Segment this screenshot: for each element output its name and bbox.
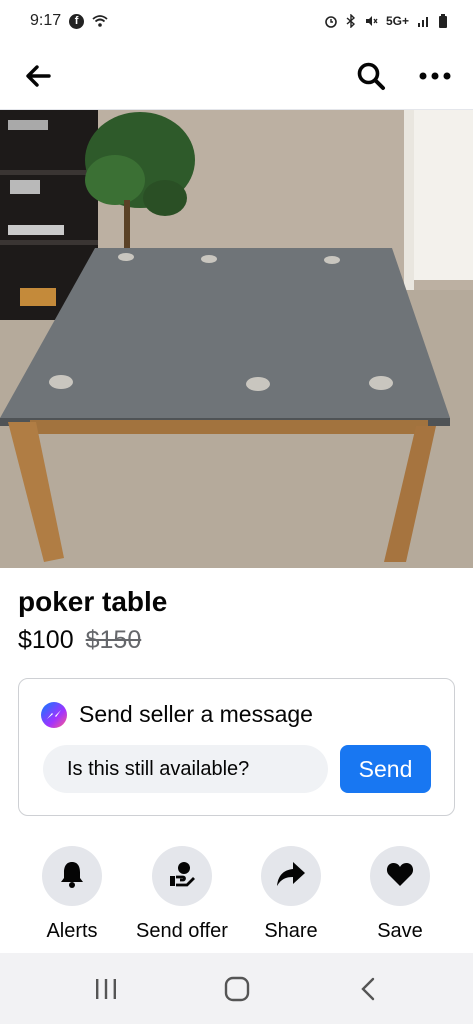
alerts-circle[interactable] [42, 846, 102, 906]
save-label: Save [377, 920, 423, 942]
share-button[interactable]: Share [236, 846, 346, 943]
save-circle[interactable] [370, 846, 430, 906]
price-row: $100 $150 [18, 626, 141, 655]
alarm-icon [324, 14, 338, 28]
search-icon[interactable] [353, 58, 389, 94]
action-buttons: Alerts Send offer Share Save [0, 846, 473, 946]
send-offer-icon [167, 859, 197, 894]
status-bar: 9:17 f 5G+ [0, 0, 473, 42]
network-label: 5G+ [385, 14, 409, 28]
share-label: Share [264, 920, 318, 942]
send-offer-button[interactable]: Send offer [127, 846, 237, 943]
back-arrow-icon[interactable] [20, 58, 56, 94]
home-icon[interactable] [207, 969, 267, 1009]
battery-icon [439, 14, 447, 28]
send-button[interactable]: Send [340, 745, 431, 793]
alerts-label: Alerts [46, 920, 98, 942]
original-price: $150 [85, 626, 142, 654]
message-heading: Send seller a message [79, 701, 313, 727]
bluetooth-icon [346, 14, 356, 28]
listing-price: $100 [18, 626, 74, 654]
messenger-icon [41, 701, 67, 728]
wifi-icon [92, 14, 108, 28]
nav-actions [353, 58, 453, 94]
more-options-icon[interactable] [417, 58, 453, 94]
send-offer-label: Send offer [136, 920, 228, 942]
top-navigation [0, 42, 473, 110]
recent-apps-icon[interactable] [76, 969, 136, 1009]
mute-icon [364, 14, 378, 28]
save-button[interactable]: Save [345, 846, 455, 943]
system-navigation-bar [0, 953, 473, 1024]
bell-icon [58, 859, 86, 894]
status-left: 9:17 f [30, 12, 108, 30]
alerts-button[interactable]: Alerts [17, 846, 127, 943]
send-offer-circle[interactable] [152, 846, 212, 906]
status-time: 9:17 [30, 12, 62, 29]
signal-icon [417, 15, 431, 27]
share-circle[interactable] [261, 846, 321, 906]
message-seller-card: Send seller a message Send [18, 678, 455, 816]
message-heading-row: Send seller a message [41, 701, 313, 728]
share-icon [276, 861, 306, 892]
listing-title: poker table [18, 586, 168, 617]
facebook-notification-icon: f [69, 13, 85, 29]
status-right: 5G+ [324, 14, 447, 28]
heart-icon [386, 861, 414, 892]
back-icon[interactable] [338, 969, 398, 1009]
listing-photo[interactable] [0, 110, 473, 568]
message-input[interactable] [43, 745, 328, 793]
